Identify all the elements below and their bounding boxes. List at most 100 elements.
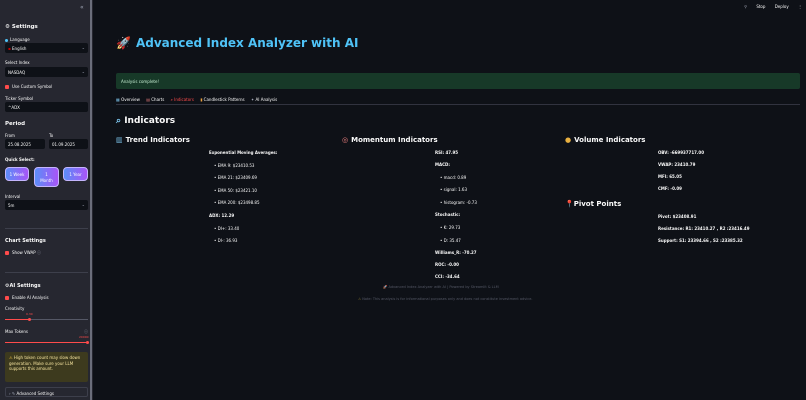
advanced-settings-expander[interactable]: › ✎ Advanced Settings — [5, 387, 88, 397]
bar-chart-icon: ▥ — [116, 136, 123, 144]
wrench-icon: ✎ — [11, 391, 16, 396]
chevron-down-icon: ⌄ — [81, 69, 85, 74]
flag-icon: ▪ — [8, 46, 11, 51]
ema-label: Exponential Moving Averages: — [209, 150, 278, 155]
page-title: 🚀 Advanced Index Analyzer with AI — [116, 36, 359, 50]
tab-underline — [116, 104, 800, 105]
ticker-label: Ticker Symbol — [5, 96, 34, 101]
sidebar-scrollbar-thumb[interactable] — [90, 0, 92, 400]
rocket-icon: 🚀 — [383, 285, 388, 289]
chart-icon: ▦ — [116, 97, 120, 102]
trend-heading: ▥ Trend Indicators — [116, 136, 190, 144]
index-select[interactable]: NASDAQ ⌄ — [5, 67, 88, 77]
candle-icon: ▮ — [200, 97, 203, 102]
rsi-value: RSI: 47.95 — [435, 150, 459, 155]
obv-value: OBV: -669937717.00 — [658, 150, 704, 155]
ai-settings-heading: ⚙AI Settings — [5, 283, 41, 289]
interval-select[interactable]: 5m ⌄ — [5, 200, 88, 210]
pivot-heading: 📍Pivot Points — [565, 200, 622, 208]
quick-1-year-button[interactable]: 1 Year — [63, 167, 88, 181]
footer-credit: 🚀 Advanced Index Analyzer with AI | Powe… — [383, 285, 499, 289]
creativity-label: Creativity — [5, 306, 25, 311]
creativity-value: 0.30 — [26, 312, 33, 316]
macd-label: MACD: — [435, 162, 450, 167]
from-label: From — [5, 133, 15, 138]
quick-1-month-button[interactable]: 1 Month — [34, 167, 59, 187]
list-item: • DI+: 33.40 — [214, 226, 240, 231]
ticker-input[interactable]: ^ADX — [5, 102, 88, 112]
creativity-slider-fill — [5, 319, 30, 320]
globe-icon — [5, 38, 8, 42]
vwap-value: VWAP: 23410.79 — [658, 162, 696, 167]
checkbox-checked-icon — [5, 296, 9, 300]
settings-heading: ⚙ Settings — [5, 24, 38, 30]
max-tokens-slider-knob[interactable] — [86, 341, 89, 344]
list-item: • DI-: 36.93 — [214, 238, 238, 243]
roc-value: ROC: -0.00 — [435, 262, 459, 267]
language-select[interactable]: ▪ English ⌄ — [5, 43, 88, 53]
target-icon: ◎ — [342, 136, 349, 144]
chevron-right-icon: › — [9, 391, 11, 396]
sidebar: « ⚙ Settings Language ▪ English ⌄ Select… — [0, 0, 93, 400]
show-vwap-checkbox[interactable]: Show VWAP ⓘ — [5, 250, 41, 256]
stochastic-label: Stochastic: — [435, 212, 461, 217]
volume-heading: ● Volume Indicators — [565, 136, 646, 144]
divider — [5, 228, 88, 229]
max-tokens-slider-fill — [5, 342, 88, 343]
warning-icon: ⚠ — [9, 355, 13, 360]
volume-column: ● Volume Indicators — [565, 136, 645, 152]
main-content: 🚀 Advanced Index Analyzer with AI Analysi… — [93, 0, 806, 400]
footer-disclaimer: ⚠ Note: This analysis is for information… — [358, 297, 533, 301]
quick-1-week-button[interactable]: 1 Week — [5, 167, 29, 181]
index-label: Select Index — [5, 60, 30, 65]
success-alert: Analysis complete! — [116, 73, 800, 89]
language-label: Language — [5, 37, 30, 42]
max-tokens-value: 20000 — [79, 335, 89, 339]
gear-icon: ⚙ — [5, 24, 10, 30]
resistance-value: Resistance: R1: 23410.27 , R2 :23416.49 — [658, 226, 750, 231]
cmf-value: CMF: -0.09 — [658, 186, 682, 191]
collapse-sidebar-icon[interactable]: « — [80, 4, 84, 11]
chevron-down-icon: ⌄ — [81, 202, 85, 207]
divider — [5, 272, 88, 273]
magnifier-icon: ⌕ — [116, 116, 122, 126]
pin-icon: 📍 — [565, 200, 574, 208]
interval-label: Interval — [5, 194, 21, 199]
momentum-column: ◎ Momentum Indicators — [342, 136, 438, 152]
money-bag-icon: ● — [565, 136, 572, 144]
token-warning: ⚠ High token count may slow down generat… — [5, 352, 88, 382]
list-item: • D: 35.47 — [440, 238, 461, 243]
to-label: To — [49, 133, 54, 138]
warning-icon: ⚠ — [358, 297, 362, 301]
chart-up-icon: ▤ — [146, 97, 150, 102]
momentum-heading: ◎ Momentum Indicators — [342, 136, 438, 144]
period-heading: Period — [5, 121, 26, 127]
checkbox-checked-icon — [5, 85, 9, 89]
creativity-slider-knob[interactable] — [28, 318, 31, 321]
list-item: • EMA 21: $23409.69 — [214, 175, 257, 180]
list-item: • EMA 200: $23498.85 — [214, 200, 260, 205]
tab-overview[interactable]: ▦ Overview — [116, 97, 140, 104]
enable-ai-checkbox[interactable]: Enable AI Analysis — [5, 295, 49, 300]
to-date-input[interactable]: 01.09.2025 — [49, 139, 88, 149]
robot-icon: ✦ — [250, 97, 255, 102]
tab-ai-analysis[interactable]: ✦ AI Analysis — [251, 97, 277, 104]
mfi-value: MFI: 65.05 — [658, 174, 682, 179]
tab-charts[interactable]: ▤ Charts — [146, 97, 164, 104]
checkbox-checked-icon — [5, 251, 9, 255]
trend-column: ▥ Trend Indicators — [116, 136, 190, 152]
list-item: • signal: 1.63 — [440, 187, 467, 192]
list-item: • EMA 50: $23421.10 — [214, 188, 257, 193]
from-date-input[interactable]: 25.08.2025 — [5, 139, 45, 149]
rocket-icon: 🚀 — [116, 36, 131, 50]
list-item: • K: 29.73 — [440, 225, 461, 230]
custom-symbol-checkbox[interactable]: Use Custom Symbol — [5, 84, 52, 89]
quick-select-label: Quick Select: — [5, 157, 35, 162]
help-icon[interactable]: ⓘ — [37, 250, 41, 255]
tab-candlestick-patterns[interactable]: ▮ Candlestick Patterns — [200, 97, 244, 104]
magnifier-icon: ⌕ — [170, 97, 173, 102]
support-value: Support: S1: 23394.66 , S2 :23385.32 — [658, 238, 743, 243]
list-item: • macd: 0.89 — [440, 175, 467, 180]
adx-value: ADX: 12.29 — [209, 213, 235, 218]
pivot-value: Pivot: $23408.91 — [658, 214, 697, 219]
